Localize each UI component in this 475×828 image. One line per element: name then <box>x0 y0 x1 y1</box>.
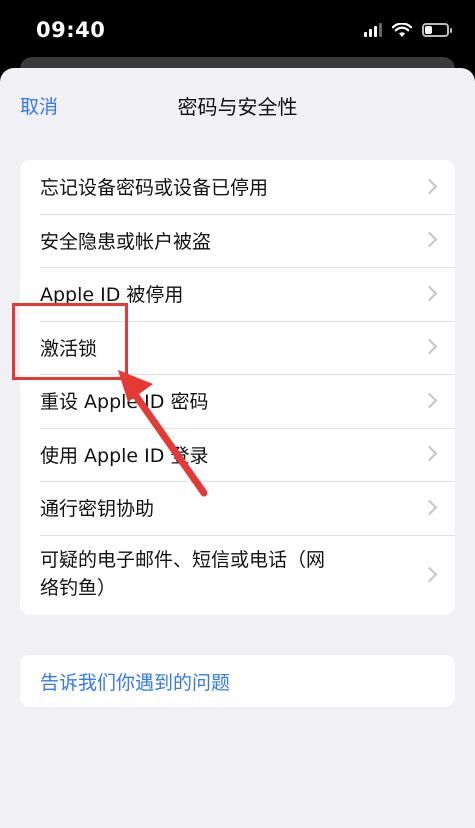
list-item-sign-in[interactable]: 使用 Apple ID 登录 <box>20 427 455 482</box>
status-time: 09:40 <box>36 18 106 42</box>
list-item-security-risk[interactable]: 安全隐患或帐户被盗 <box>20 213 455 268</box>
report-group: 告诉我们你遇到的问题 <box>20 655 455 707</box>
sheet: 取消 密码与安全性 忘记设备密码或设备已停用 安全隐患或帐户被盗 Apple I… <box>0 68 475 828</box>
list-item-label: 使用 Apple ID 登录 <box>40 444 209 467</box>
wifi-icon <box>392 22 412 37</box>
report-issue-link[interactable]: 告诉我们你遇到的问题 <box>20 655 455 707</box>
topics-list: 忘记设备密码或设备已停用 安全隐患或帐户被盗 Apple ID 被停用 激活锁 … <box>20 160 455 615</box>
chevron-right-icon <box>421 392 438 409</box>
battery-fill <box>425 26 432 34</box>
list-item-apple-id-disabled[interactable]: Apple ID 被停用 <box>20 267 455 321</box>
list-item-passkey-help[interactable]: 通行密钥协助 <box>20 481 455 535</box>
list-item-label: 激活锁 <box>40 337 98 360</box>
status-icons <box>364 20 452 40</box>
battery-icon <box>422 23 452 37</box>
chevron-right-icon <box>421 285 438 302</box>
list-item-label: 重设 Apple ID 密码 <box>40 391 209 414</box>
chevron-right-icon <box>421 566 438 582</box>
chevron-right-icon <box>421 338 438 355</box>
page-title: 密码与安全性 <box>177 95 298 119</box>
chevron-right-icon <box>421 445 438 462</box>
list-item-label: Apple ID 被停用 <box>40 284 184 307</box>
list-item-label: 通行密钥协助 <box>40 498 155 521</box>
chevron-right-icon <box>421 499 438 516</box>
list-item-label: 忘记设备密码或设备已停用 <box>40 177 269 200</box>
list-item-label: 安全隐患或帐户被盗 <box>40 230 212 253</box>
list-item-activation-lock[interactable]: 激活锁 <box>20 320 455 375</box>
status-bar: 09:40 <box>0 0 475 58</box>
chevron-right-icon <box>421 178 438 195</box>
chevron-right-icon <box>421 231 438 248</box>
list-item-reset-password[interactable]: 重设 Apple ID 密码 <box>20 374 455 428</box>
list-item-phishing[interactable]: 可疑的电子邮件、短信或电话（网络钓鱼） <box>20 534 455 615</box>
list-item-label: 可疑的电子邮件、短信或电话（网络钓鱼） <box>40 548 326 599</box>
nav-bar: 取消 密码与安全性 <box>0 68 475 138</box>
list-item-forgot-passcode[interactable]: 忘记设备密码或设备已停用 <box>20 160 455 214</box>
cellular-signal-icon <box>364 23 382 37</box>
